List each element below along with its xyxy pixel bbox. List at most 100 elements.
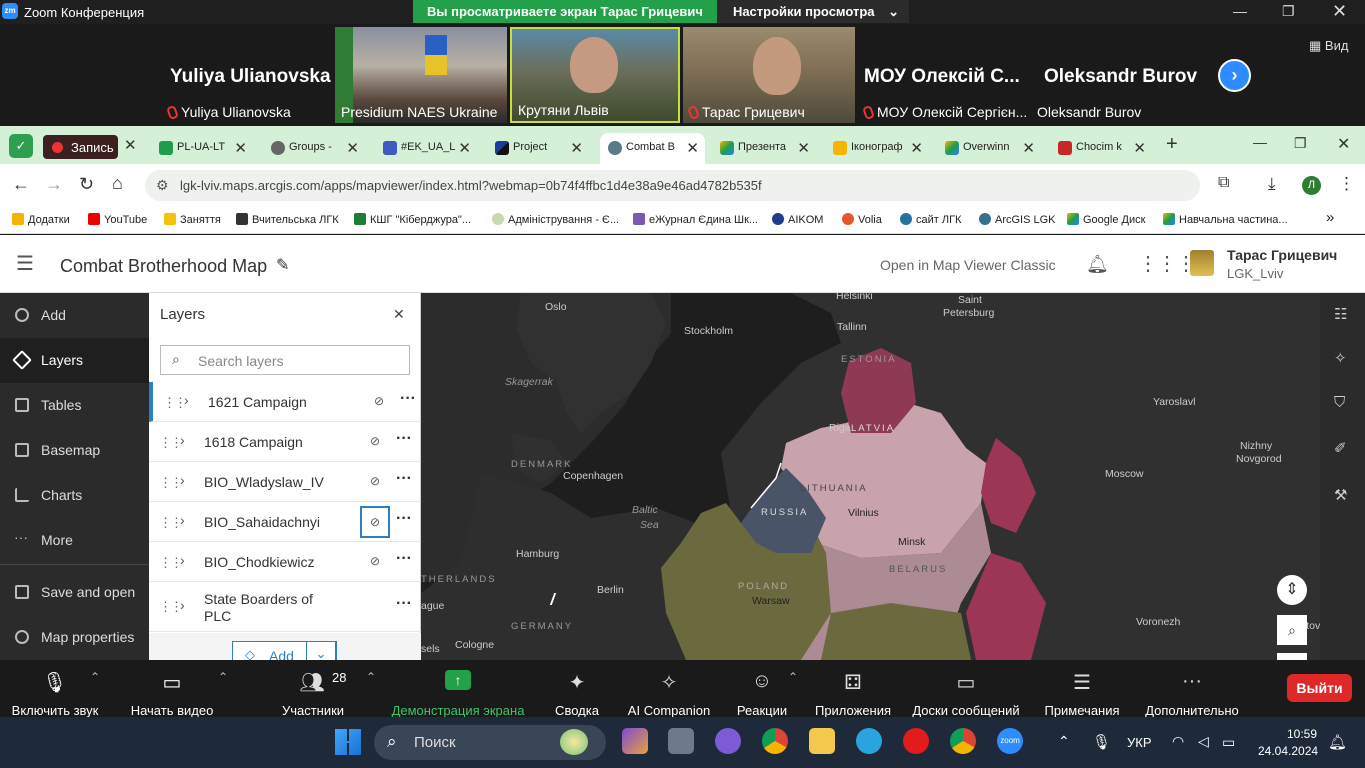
back-icon[interactable]: ← (12, 174, 30, 195)
more-options-icon[interactable]: ··· (396, 595, 412, 613)
ai-companion-icon[interactable]: ✧ (657, 670, 681, 694)
more-options-icon[interactable]: ··· (396, 430, 412, 448)
layer-row[interactable]: ⋮⋮ › BIO_Chodkiewicz ⊘ ··· (149, 542, 421, 582)
forward-icon[interactable]: → (45, 174, 63, 195)
browser-tab-active[interactable]: Combat B ✕ (600, 133, 705, 164)
browser-tab[interactable]: Іконограф ✕ (825, 133, 929, 164)
participants-icon[interactable]: 👥︎ (297, 670, 327, 694)
more-dots-icon[interactable]: ··· (1180, 670, 1204, 692)
browser-tab[interactable]: Project ✕ (487, 133, 589, 164)
close-window-icon[interactable]: ✕ (1337, 134, 1350, 154)
participant-tile[interactable]: Presidium NAES Ukraine (335, 27, 507, 123)
summary-button[interactable]: Сводка (555, 703, 599, 718)
file-explorer-icon[interactable] (809, 728, 835, 754)
record-button[interactable]: Запись (43, 135, 118, 159)
drag-handle-icon[interactable]: ⋮⋮ (159, 515, 183, 531)
participant-tile[interactable]: Тарас Грицевич (683, 27, 855, 123)
app-launcher-icon[interactable]: ⋮⋮⋮ (1138, 251, 1196, 276)
chevron-up-icon[interactable]: ⌃ (366, 670, 376, 684)
browser-tab[interactable]: Презента ✕ (712, 133, 816, 164)
tray-chevron-up-icon[interactable]: ⌃ (1058, 733, 1070, 750)
view-button[interactable]: ▦ Вид (1309, 38, 1348, 54)
ai-companion-button[interactable]: AI Companion (628, 703, 710, 718)
chevron-up-icon[interactable]: ⌃ (90, 670, 100, 684)
more-options-icon[interactable]: ··· (396, 470, 412, 488)
microphone-icon[interactable]: 🎙︎ (1092, 733, 1111, 751)
wifi-icon[interactable]: ◠ (1172, 733, 1184, 750)
close-tab-icon[interactable]: ✕ (797, 139, 810, 157)
bookmark-item[interactable]: ArcGIS LGK (979, 213, 1056, 226)
styles-icon[interactable]: ✧ (1334, 349, 1347, 367)
nav-basemap[interactable]: Basemap (0, 428, 149, 473)
copilot-icon[interactable] (622, 728, 648, 754)
compass-icon[interactable]: ⇕ (1277, 575, 1307, 605)
viber-icon[interactable] (715, 728, 741, 754)
notification-bell-icon[interactable]: 🔔︎ (1328, 733, 1347, 751)
browser-tab[interactable]: Chocim k ✕ (1050, 133, 1152, 164)
close-tab-icon[interactable]: ✕ (346, 139, 359, 157)
edit-pencil-icon[interactable]: ✎ (276, 255, 289, 275)
search-layers-input[interactable]: ⌕ Search layers (160, 345, 410, 375)
nav-add[interactable]: Add (0, 293, 149, 338)
bookmark-item[interactable]: Адміністрування - Є... (492, 213, 619, 226)
nav-save-open[interactable]: Save and open (0, 570, 149, 615)
notes-button[interactable]: Примечания (1044, 703, 1119, 718)
apps-button[interactable]: Приложения (815, 703, 891, 718)
new-tab-icon[interactable]: + (1166, 133, 1178, 156)
notifications-bell-icon[interactable]: 🔔︎ (1086, 254, 1109, 275)
zoom-control[interactable] (1277, 653, 1307, 660)
chevron-right-icon[interactable]: › (180, 512, 185, 528)
open-classic-link[interactable]: Open in Map Viewer Classic (880, 257, 1056, 273)
close-tab-icon[interactable]: ✕ (234, 139, 247, 157)
taskbar-search[interactable]: ⌕ Поиск (374, 725, 606, 760)
close-panel-icon[interactable]: ✕ (393, 306, 405, 323)
nav-more[interactable]: ··· More (0, 518, 149, 563)
reload-icon[interactable]: ↻ (79, 174, 94, 195)
drag-handle-icon[interactable]: ⋮⋮ (159, 475, 183, 491)
zoom-app-icon[interactable]: zoom (997, 728, 1023, 754)
visibility-hidden-icon[interactable]: ⊘ (365, 474, 385, 488)
video-off-icon[interactable]: ▭ (160, 670, 184, 694)
org-crest-icon[interactable] (1190, 250, 1214, 276)
bookmark-item[interactable]: КШГ "Кіберджура"... (354, 213, 471, 226)
map-view[interactable]: Oslo Helsinki Saint Petersburg Stockholm… (421, 293, 1320, 660)
download-icon[interactable]: ⤓ (1268, 174, 1276, 194)
browser-tab[interactable]: Overwinn ✕ (937, 133, 1041, 164)
chevron-up-icon[interactable]: ⌃ (218, 670, 228, 684)
nav-map-properties[interactable]: Map properties (0, 615, 149, 660)
chevron-right-icon[interactable]: › (180, 552, 185, 568)
clock-time[interactable]: 10:59 (1287, 727, 1317, 741)
restore-icon[interactable]: ❐ (1294, 135, 1307, 152)
share-screen-button[interactable]: Демонстрация экрана (392, 703, 525, 718)
reactions-button[interactable]: Реакции (737, 703, 787, 718)
bookmark-item[interactable]: Google Диск (1067, 213, 1145, 226)
opera-icon[interactable] (903, 728, 929, 754)
drag-handle-icon[interactable]: ⋮⋮ (159, 555, 183, 571)
bookmark-item[interactable]: еЖурнал Єдина Шк... (633, 213, 758, 226)
close-tab-icon[interactable]: ✕ (458, 139, 471, 157)
bookmark-item[interactable]: Навчальна частина... (1163, 213, 1288, 226)
participants-button[interactable]: Участники (282, 703, 344, 718)
chevron-right-icon[interactable]: › (180, 472, 185, 488)
minimize-icon[interactable]: — (1253, 134, 1267, 150)
layer-row[interactable]: ⋮⋮ › BIO_Sahaidachnyi ⊘ ··· (149, 502, 421, 542)
apps-icon[interactable]: ⚃ (841, 670, 865, 694)
chevron-up-icon[interactable]: ⌃ (788, 670, 798, 684)
close-tab-icon[interactable]: ✕ (1022, 139, 1035, 157)
more-options-icon[interactable]: ··· (400, 390, 416, 408)
chrome-icon[interactable] (762, 728, 788, 754)
reactions-icon[interactable]: ☺ (750, 670, 774, 692)
nav-tables[interactable]: Tables (0, 383, 149, 428)
battery-icon[interactable]: ▭ (1222, 734, 1235, 751)
extensions-icon[interactable]: ⧉ (1218, 174, 1229, 192)
maximize-icon[interactable]: ❐ (1282, 3, 1295, 20)
more-options-icon[interactable]: ··· (396, 510, 412, 528)
chevron-right-icon[interactable]: › (184, 392, 189, 408)
chrome-profile-icon[interactable] (950, 728, 976, 754)
chevron-right-icon[interactable]: » (1326, 209, 1334, 226)
bookmark-item[interactable]: сайт ЛГК (900, 213, 961, 226)
url-input[interactable]: ⚙ lgk-lviv.maps.arcgis.com/apps/mapviewe… (145, 170, 1200, 201)
user-name[interactable]: Тарас Грицевич (1227, 247, 1337, 263)
shield-icon[interactable]: ✓ (9, 134, 33, 158)
mute-button[interactable]: Включить звук (12, 703, 99, 718)
